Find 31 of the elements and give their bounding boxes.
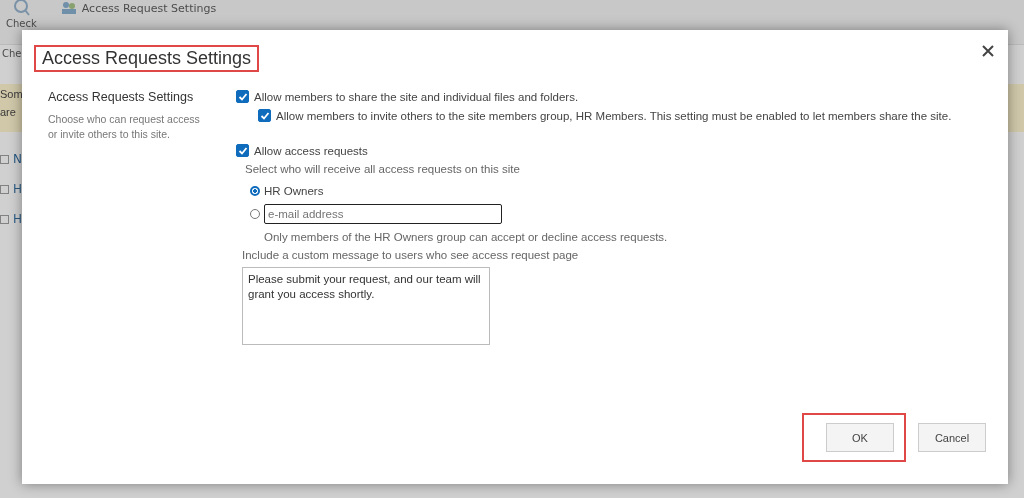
checkbox-label: Allow members to share the site and individual files and folders. xyxy=(254,90,579,103)
checkbox[interactable] xyxy=(258,109,271,122)
checkbox-label: Allow members to invite others to the site members group, HR Members. This setting must be enabled to let members share the site. xyxy=(276,109,952,122)
dialog-button[interactable]: Cancel xyxy=(918,423,986,452)
item-checkbox[interactable] xyxy=(0,184,9,194)
list-item[interactable]: H xyxy=(13,212,23,226)
email-field[interactable]: e-mail address xyxy=(264,204,502,224)
section-heading: Access Requests Settings xyxy=(48,90,195,104)
radio-button[interactable] xyxy=(250,186,260,196)
banner-text: are xyxy=(0,106,16,118)
ribbon-link[interactable]: Access Request Settings xyxy=(81,1,217,15)
ribbon-group-label: Che xyxy=(1,47,23,61)
recipients-label: Select who will receive all access requests on this site xyxy=(244,163,521,175)
list-item[interactable]: H xyxy=(13,182,23,196)
list-item[interactable]: N xyxy=(13,152,22,166)
radio-label: HR Owners xyxy=(264,185,324,197)
dialog-title: Access Requests Settings xyxy=(42,48,252,68)
section-description: Choose who can request access or invite others to this site. xyxy=(48,112,201,142)
checkbox-label: Allow access requests xyxy=(254,144,368,157)
item-checkbox[interactable] xyxy=(0,214,9,224)
people-icon xyxy=(60,1,77,15)
banner-text: Som xyxy=(0,88,23,100)
checkbox[interactable] xyxy=(236,144,249,157)
message-label: Include a custom message to users who see access request page xyxy=(241,249,580,261)
checkbox[interactable] xyxy=(236,90,249,103)
message-field[interactable]: Please submit your request, and our team will grant you access shortly. xyxy=(242,267,490,345)
close-button[interactable] xyxy=(980,43,996,59)
item-checkbox[interactable] xyxy=(0,154,9,164)
ribbon-button[interactable]: Check xyxy=(6,18,37,29)
recipients-note: Only members of the HR Owners group can accept or decline access requests. xyxy=(263,231,669,243)
dialog-button[interactable]: OK xyxy=(826,423,894,452)
